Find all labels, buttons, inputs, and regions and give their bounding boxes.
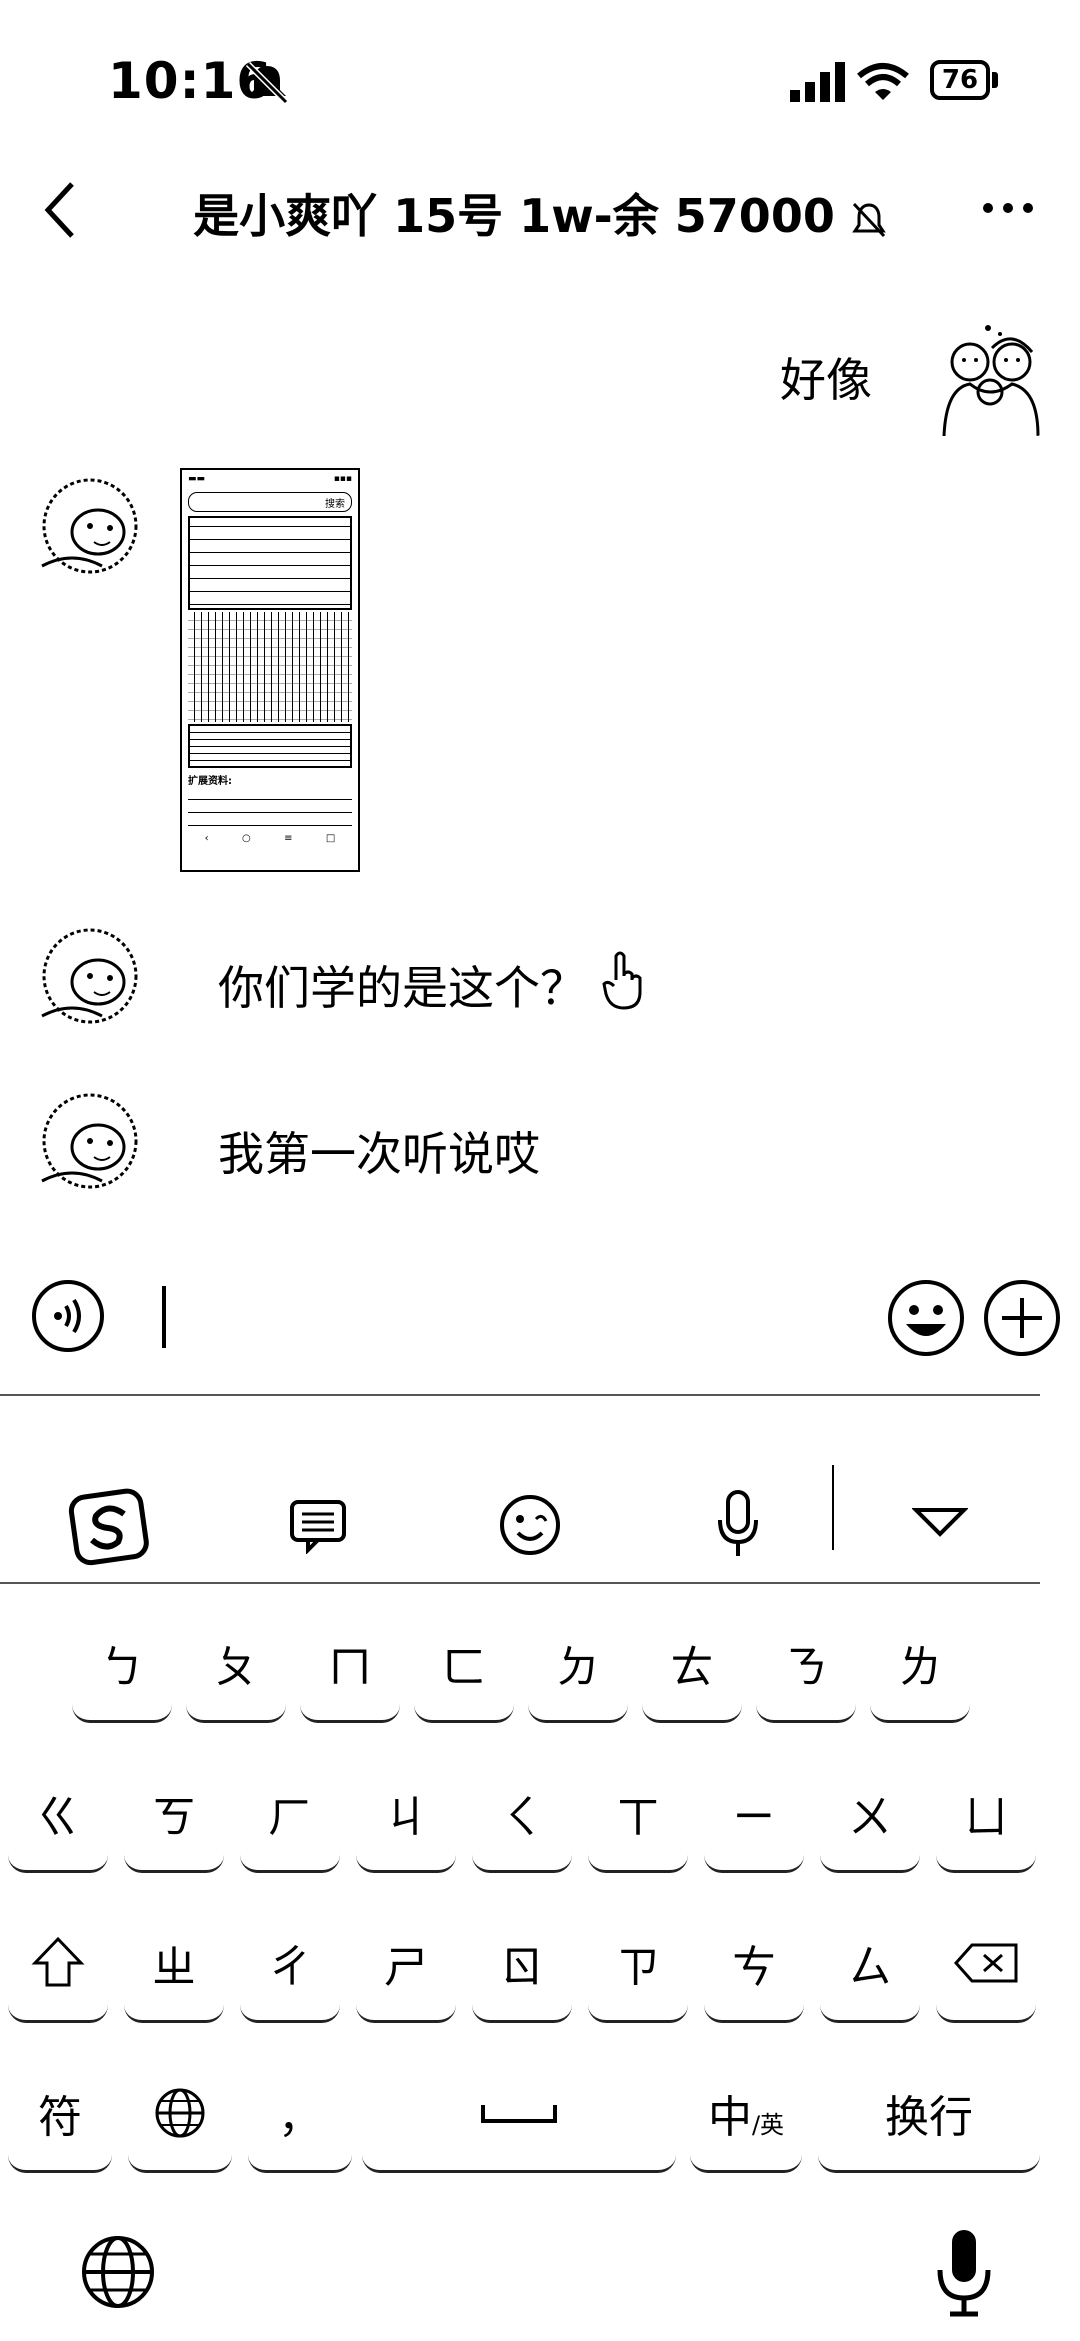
globe-key[interactable]: [128, 2055, 232, 2173]
sogou-logo-icon[interactable]: [68, 1488, 154, 1568]
key-t[interactable]: ㄊ: [642, 1605, 742, 1723]
message-text: 好像: [780, 353, 872, 407]
key-l[interactable]: ㄌ: [870, 1605, 970, 1723]
key-ch[interactable]: ㄔ: [240, 1905, 340, 2023]
toolbar-divider: [0, 1582, 1040, 1584]
dictation-microphone-icon[interactable]: [934, 2226, 994, 2320]
signal-icon: [790, 62, 845, 102]
toolbar-separator: [832, 1465, 834, 1550]
enter-key[interactable]: 换行: [818, 2055, 1040, 2173]
english-label: /英: [751, 2111, 785, 2139]
bell-muted-icon: [852, 202, 886, 237]
bell-muted-icon: [245, 61, 289, 104]
astronaut-avatar-icon: [41, 928, 138, 1024]
avatar-self[interactable]: [930, 318, 1048, 436]
battery-indicator: 76: [930, 60, 990, 100]
emoji-icon[interactable]: [886, 1278, 966, 1358]
key-d[interactable]: ㄉ: [528, 1605, 628, 1723]
key-sh[interactable]: ㄕ: [356, 1905, 456, 2023]
avatar-contact[interactable]: [32, 1085, 150, 1203]
shift-icon: [31, 1936, 85, 1986]
comma-key[interactable]: ，: [248, 2055, 352, 2173]
thumb-text-block: [188, 516, 352, 610]
plus-icon[interactable]: [982, 1278, 1062, 1358]
input-divider: [0, 1394, 1040, 1396]
thumb-search-bar: 搜索: [188, 492, 352, 512]
chinese-label: 中: [707, 2091, 752, 2143]
thumb-box: [188, 724, 352, 768]
message-text-content: 你们学的是这个？: [218, 961, 586, 1015]
key-g[interactable]: ㄍ: [8, 1755, 108, 1873]
key-f[interactable]: ㄈ: [414, 1605, 514, 1723]
more-icon[interactable]: [980, 200, 1036, 216]
key-r[interactable]: ㄖ: [472, 1905, 572, 2023]
thumb-caption: 扩展资料:: [188, 776, 232, 787]
key-b[interactable]: ㄅ: [72, 1605, 172, 1723]
message-image[interactable]: ▬▬ ▪▪▪ 搜索 扩展资料: ‹ ○ ≡ □: [180, 468, 360, 872]
key-zh[interactable]: ㄓ: [124, 1905, 224, 2023]
family-avatar-icon: [942, 325, 1040, 436]
battery-tip: [992, 72, 998, 88]
language-toggle-key[interactable]: 中/英: [690, 2055, 802, 2173]
globe-icon[interactable]: [78, 2232, 158, 2312]
astronaut-avatar-icon: [41, 478, 138, 574]
space-key[interactable]: [362, 2055, 676, 2173]
emoji-wink-icon[interactable]: [498, 1493, 562, 1557]
battery-level: 76: [941, 65, 979, 95]
symbols-key[interactable]: 符: [8, 2055, 112, 2173]
key-m[interactable]: ㄇ: [300, 1605, 400, 1723]
key-p[interactable]: ㄆ: [186, 1605, 286, 1723]
thumb-paragraph: [188, 791, 352, 831]
key-c[interactable]: ㄘ: [704, 1905, 804, 2023]
space-icon: [481, 2104, 557, 2123]
avatar-contact[interactable]: [32, 920, 150, 1038]
globe-icon: [155, 2088, 205, 2137]
clipboard-message-icon[interactable]: [288, 1498, 348, 1554]
message-input[interactable]: [150, 1280, 850, 1356]
key-z[interactable]: ㄗ: [588, 1905, 688, 2023]
wifi-icon: [857, 63, 909, 100]
astronaut-avatar-icon: [41, 1093, 138, 1189]
chat-title-text: 是小爽吖 15号 1w-余 57000: [193, 189, 835, 243]
key-k[interactable]: ㄎ: [124, 1755, 224, 1873]
key-v[interactable]: ㄩ: [936, 1755, 1036, 1873]
key-j[interactable]: ㄐ: [356, 1755, 456, 1873]
key-i[interactable]: ㄧ: [704, 1755, 804, 1873]
message-text: 我第一次听说哎: [218, 1127, 540, 1181]
key-u[interactable]: ㄨ: [820, 1755, 920, 1873]
key-h[interactable]: ㄏ: [240, 1755, 340, 1873]
backspace-key[interactable]: [936, 1905, 1036, 2023]
chat-title: 是小爽吖 15号 1w-余 57000: [130, 180, 950, 246]
key-x[interactable]: ㄒ: [588, 1755, 688, 1873]
backspace-icon: [953, 1943, 1018, 1982]
key-s[interactable]: ㄙ: [820, 1905, 920, 2023]
key-n[interactable]: ㄋ: [756, 1605, 856, 1723]
thumb-navbar: ‹ ○ ≡ □: [204, 833, 336, 844]
message-text: 你们学的是这个？: [218, 952, 586, 1018]
collapse-keyboard-icon[interactable]: [912, 1506, 968, 1538]
key-q[interactable]: ㄑ: [472, 1755, 572, 1873]
pointing-hand-icon: [602, 951, 642, 1010]
thumb-statusbar: ▬▬ ▪▪▪: [188, 474, 352, 484]
shift-key[interactable]: [8, 1905, 108, 2023]
thumb-search-label: 搜索: [325, 498, 345, 510]
thumb-table: [188, 612, 352, 722]
text-cursor: [162, 1286, 166, 1348]
avatar-contact[interactable]: [32, 470, 150, 588]
back-icon[interactable]: [40, 178, 80, 242]
voice-input-icon[interactable]: [30, 1278, 106, 1354]
microphone-icon[interactable]: [716, 1488, 760, 1560]
